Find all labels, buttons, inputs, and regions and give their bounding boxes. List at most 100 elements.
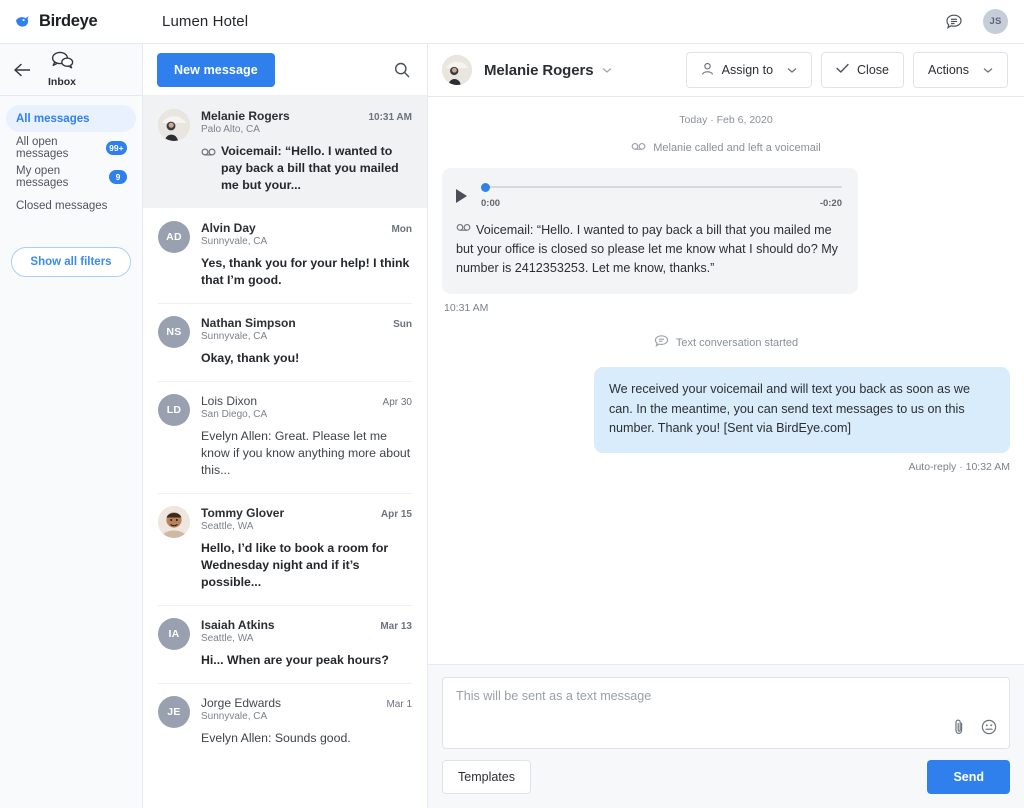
birdeye-logo-icon [14,13,32,31]
chat-note-icon[interactable] [943,11,965,33]
back-arrow-icon[interactable] [12,60,32,80]
sidebar-item-closed-messages[interactable]: Closed messages [6,192,136,219]
status-badge: 9 [109,169,127,184]
contact-name: Alvin Day [201,221,256,235]
voicemail-transcript: Voicemail: “Hello. I wanted to pay back … [456,221,842,278]
audio-scrubber[interactable] [481,182,842,192]
assign-to-button[interactable]: Assign to [685,52,813,88]
sidebar-item-inbox-label: Inbox [48,76,76,88]
conversation-list-panel: New message Melanie Rogers 10:31 AM Palo… [143,44,428,808]
list-item-body: Jorge Edwards Mar 1 Sunnyvale, CA Evelyn… [201,696,412,747]
message-preview: Voicemail: “Hello. I wanted to pay back … [201,143,412,194]
list-item-header: Tommy Glover Apr 15 [201,506,412,520]
list-item-header: Lois Dixon Apr 30 [201,394,412,408]
composer-actions: Templates Send [442,760,1010,794]
close-label: Close [857,63,889,77]
filter-label: All messages [16,112,90,125]
list-item-header: Nathan Simpson Sun [201,316,412,330]
avatar[interactable]: JS [983,9,1008,34]
conversation-list-header: New message [143,44,427,96]
avatar [158,506,190,538]
message-preview-text: Voicemail: “Hello. I wanted to pay back … [221,144,399,192]
avatar: LD [158,394,190,426]
list-item-header: Alvin Day Mon [201,221,412,235]
timestamp: Mar 13 [380,621,412,632]
contact-name: Isaiah Atkins [201,618,275,632]
list-item[interactable]: JE Jorge Edwards Mar 1 Sunnyvale, CA Eve… [143,683,427,761]
sidebar-item-all-open-messages[interactable]: All open messages 99+ [6,134,136,161]
timestamp: Apr 15 [380,509,412,520]
sidebar-item-my-open-messages[interactable]: My open messages 9 [6,163,136,190]
contact-name: Melanie Rogers [201,109,290,123]
search-icon[interactable] [391,59,413,81]
speech-bubbles-icon [49,51,75,75]
chevron-down-icon [787,63,797,77]
contact-location: Seattle, WA [201,633,254,644]
brand[interactable]: Birdeye [0,12,143,31]
outgoing-message-group: We received your voicemail and will text… [442,363,1010,473]
contact-location: Sunnyvale, CA [201,236,268,247]
list-item[interactable]: LD Lois Dixon Apr 30 San Diego, CA Evely… [143,381,427,493]
audio-times: 0:00 -0:20 [481,198,842,209]
day-separator: Today · Feb 6, 2020 [679,114,773,126]
list-item-header: Jorge Edwards Mar 1 [201,696,412,710]
chat-bubble-icon [654,334,669,351]
message-thread: Today · Feb 6, 2020 Melanie called and l… [428,97,1024,664]
templates-button[interactable]: Templates [442,760,531,794]
message-preview: Evelyn Allen: Great. Please let me know … [201,428,412,479]
list-item[interactable]: Tommy Glover Apr 15 Seattle, WA Hello, I… [143,493,427,605]
contact-name: Melanie Rogers [484,61,594,79]
list-item[interactable]: IA Isaiah Atkins Mar 13 Seattle, WA Hi..… [143,605,427,683]
conversation-pane: Melanie Rogers Assign to Close Actions T… [428,44,1024,808]
message-input[interactable]: This will be sent as a text message [442,677,1010,749]
new-message-button[interactable]: New message [157,52,275,87]
timestamp: Mar 1 [386,699,412,710]
contact-location: Sunnyvale, CA [201,331,268,342]
filter-list: All messages All open messages 99+ My op… [0,96,142,221]
timestamp: 10:31 AM [444,302,489,315]
message-preview: Hello, I’d like to book a room for Wedne… [201,540,412,591]
message-preview-text: Evelyn Allen: Great. Please let me know … [201,429,411,477]
contact-location: Sunnyvale, CA [201,711,268,722]
avatar: AD [158,221,190,253]
message-preview: Evelyn Allen: Sounds good. [201,730,412,747]
voicemail-message-bubble: 0:00 -0:20 Voicemail: “Hello. I wanted t… [442,168,858,295]
actions-label: Actions [928,63,969,77]
top-bar-actions: JS [943,9,1024,34]
text-started-text: Text conversation started [675,336,799,349]
voicemail-icon [201,143,216,194]
contact-location: Palo Alto, CA [201,124,260,135]
message-preview-text: Hello, I’d like to book a room for Wedne… [201,541,389,589]
timestamp: Mon [391,224,412,235]
emoji-icon[interactable] [981,719,997,740]
show-all-filters-button[interactable]: Show all filters [11,247,131,277]
sidebar: Inbox All messages All open messages 99+… [0,44,143,808]
text-started-line: Text conversation started [442,314,1010,363]
chevron-down-icon[interactable] [602,61,612,79]
timestamp: 10:31 AM [368,112,412,123]
sidebar-item-all-messages[interactable]: All messages [6,105,136,132]
voicemail-transcript-text: Voicemail: “Hello. I wanted to pay back … [456,223,838,276]
avatar: JE [158,696,190,728]
message-preview: Hi... When are your peak hours? [201,652,412,669]
page-title: Lumen Hotel [162,13,249,30]
paperclip-icon[interactable] [952,718,966,740]
close-conversation-button[interactable]: Close [821,52,904,88]
audio-track-line [481,186,842,188]
contact-location: Seattle, WA [201,521,254,532]
voicemail-icon [631,139,646,156]
filter-label: All open messages [16,135,69,160]
avatar [158,109,190,141]
list-item-header: Melanie Rogers 10:31 AM [201,109,412,123]
play-icon[interactable] [456,188,467,203]
contact-name: Lois Dixon [201,394,258,408]
audio-scrubber-handle[interactable] [481,182,490,192]
conversation-list[interactable]: Melanie Rogers 10:31 AM Palo Alto, CA Vo… [143,96,427,808]
list-item[interactable]: AD Alvin Day Mon Sunnyvale, CA Yes, than… [143,208,427,303]
sidebar-item-inbox[interactable]: Inbox [48,51,76,88]
timestamp: Sun [393,319,412,330]
actions-button[interactable]: Actions [913,52,1008,88]
send-button[interactable]: Send [927,760,1010,794]
list-item[interactable]: Melanie Rogers 10:31 AM Palo Alto, CA Vo… [143,96,427,208]
list-item[interactable]: NS Nathan Simpson Sun Sunnyvale, CA Okay… [143,303,427,381]
